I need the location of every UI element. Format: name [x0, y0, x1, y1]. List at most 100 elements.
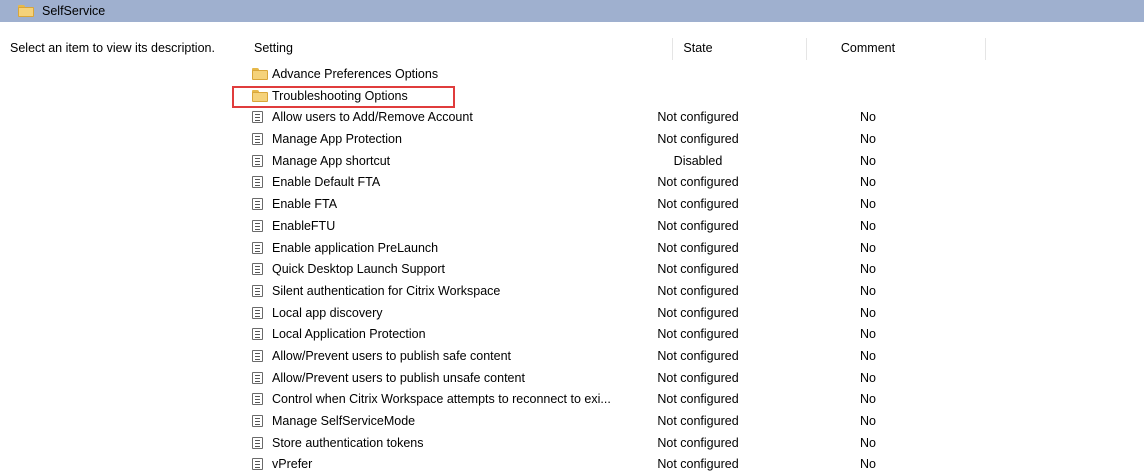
setting-state: Not configured	[657, 392, 739, 407]
setting-name: Local Application Protection	[272, 327, 426, 342]
highlight-box	[232, 86, 455, 108]
setting-state: Not configured	[657, 110, 739, 125]
setting-comment: No	[860, 348, 876, 363]
setting-state: Not configured	[657, 457, 739, 472]
table-row[interactable]: Control when Citrix Workspace attempts t…	[248, 389, 1144, 411]
setting-state: Not configured	[657, 348, 739, 363]
setting-comment: No	[860, 110, 876, 125]
table-row[interactable]: Allow/Prevent users to publish safe cont…	[248, 346, 1144, 368]
policy-setting-icon	[252, 306, 263, 319]
table-row[interactable]: Local Application Protection Not configur…	[248, 324, 1144, 346]
setting-name: Enable application PreLaunch	[272, 240, 439, 255]
table-row[interactable]: Silent authentication for Citrix Workspa…	[248, 281, 1144, 303]
column-divider[interactable]	[806, 38, 807, 60]
table-row[interactable]: Quick Desktop Launch Support Not configur…	[248, 259, 1144, 281]
setting-comment: No	[860, 240, 876, 255]
setting-name: Enable FTA	[272, 197, 338, 212]
policy-setting-icon	[252, 436, 263, 449]
column-divider[interactable]	[985, 38, 986, 60]
setting-comment: No	[860, 370, 876, 385]
folder-row[interactable]: Advance Preferences Options	[248, 64, 1144, 86]
setting-state: Disabled	[673, 153, 723, 168]
table-row[interactable]: EnableFTU Not configured No	[248, 216, 1144, 238]
description-text: Select an item to view its description.	[10, 41, 215, 55]
table-row[interactable]: Store authentication tokens Not configure…	[248, 433, 1144, 455]
folder-label: Advance Preferences Options	[272, 67, 439, 81]
table-row[interactable]: Allow/Prevent users to publish unsafe co…	[248, 368, 1144, 390]
policy-setting-icon	[252, 241, 263, 254]
title-bar: SelfService	[0, 0, 1144, 22]
column-header-state[interactable]: State	[648, 41, 748, 55]
folder-icon	[252, 68, 268, 80]
setting-state: Not configured	[657, 197, 739, 212]
settings-table: Setting State Comment Advance Preference…	[248, 38, 1144, 471]
policy-setting-icon	[252, 393, 263, 406]
setting-state: Not configured	[657, 414, 739, 428]
policy-setting-icon	[252, 154, 263, 167]
column-header-setting[interactable]: Setting	[254, 41, 293, 55]
setting-state: Not configured	[657, 218, 739, 233]
setting-comment: No	[860, 305, 876, 320]
setting-comment: No	[860, 392, 876, 407]
setting-state: Not configured	[657, 327, 739, 342]
table-row[interactable]: Enable Default FTA Not configured No	[248, 172, 1144, 194]
setting-state: Not configured	[657, 435, 739, 450]
setting-name: Allow users to Add/Remove Account	[272, 110, 473, 125]
table-row[interactable]: vPrefer Not configured No	[248, 454, 1144, 476]
policy-setting-icon	[252, 371, 263, 384]
policy-setting-icon	[252, 133, 263, 146]
policy-setting-icon	[252, 284, 263, 297]
table-header: Setting State Comment	[248, 38, 1144, 60]
policy-setting-icon	[252, 458, 263, 471]
setting-name: Quick Desktop Launch Support	[272, 262, 446, 277]
setting-comment: No	[860, 218, 876, 233]
setting-comment: No	[860, 283, 876, 298]
setting-name: Enable Default FTA	[272, 175, 381, 190]
policy-setting-icon	[252, 219, 263, 232]
setting-comment: No	[860, 327, 876, 342]
setting-name: Allow/Prevent users to publish safe cont…	[272, 348, 512, 363]
setting-comment: No	[860, 197, 876, 212]
column-header-comment[interactable]: Comment	[818, 41, 918, 55]
setting-state: Not configured	[657, 370, 739, 385]
table-row[interactable]: Allow users to Add/Remove Account Not con…	[248, 107, 1144, 129]
setting-state: Not configured	[657, 305, 739, 320]
setting-comment: No	[860, 414, 876, 428]
setting-state: Not configured	[657, 132, 739, 147]
setting-state: Not configured	[657, 240, 739, 255]
setting-name: Store authentication tokens	[272, 435, 424, 450]
setting-name: Allow/Prevent users to publish unsafe co…	[272, 370, 525, 385]
table-row[interactable]: Manage SelfServiceMode Not configured No	[248, 411, 1144, 433]
policy-setting-icon	[252, 198, 263, 211]
setting-name: vPrefer	[272, 457, 313, 472]
table-body: Advance Preferences Options Troubleshooti…	[248, 64, 1144, 476]
table-row[interactable]: Enable application PreLaunch Not configur…	[248, 238, 1144, 260]
policy-setting-icon	[252, 328, 263, 341]
folder-icon	[18, 5, 34, 17]
policy-setting-icon	[252, 111, 263, 124]
setting-comment: No	[860, 262, 876, 277]
setting-state: Not configured	[657, 262, 739, 277]
setting-name: Silent authentication for Citrix Workspa…	[272, 283, 501, 298]
setting-comment: No	[860, 435, 876, 450]
policy-setting-icon	[252, 176, 263, 189]
setting-state: Not configured	[657, 175, 739, 190]
table-row[interactable]: Enable FTA Not configured No	[248, 194, 1144, 216]
table-row[interactable]: Manage App shortcut Disabled No	[248, 151, 1144, 173]
setting-name: Manage App Protection	[272, 132, 402, 147]
setting-name: Manage SelfServiceMode	[272, 414, 416, 428]
setting-name: Manage App shortcut	[272, 153, 391, 168]
setting-name: Control when Citrix Workspace attempts t…	[272, 392, 611, 407]
policy-setting-icon	[252, 263, 263, 276]
policy-setting-icon	[252, 415, 263, 427]
setting-state: Not configured	[657, 283, 739, 298]
table-row[interactable]: Local app discovery Not configured No	[248, 303, 1144, 325]
setting-comment: No	[860, 175, 876, 190]
setting-comment: No	[860, 132, 876, 147]
table-row[interactable]: Manage App Protection Not configured No	[248, 129, 1144, 151]
setting-comment: No	[860, 153, 876, 168]
setting-name: Local app discovery	[272, 305, 383, 320]
policy-setting-icon	[252, 349, 263, 362]
setting-comment: No	[860, 457, 876, 472]
setting-name: EnableFTU	[272, 218, 336, 233]
